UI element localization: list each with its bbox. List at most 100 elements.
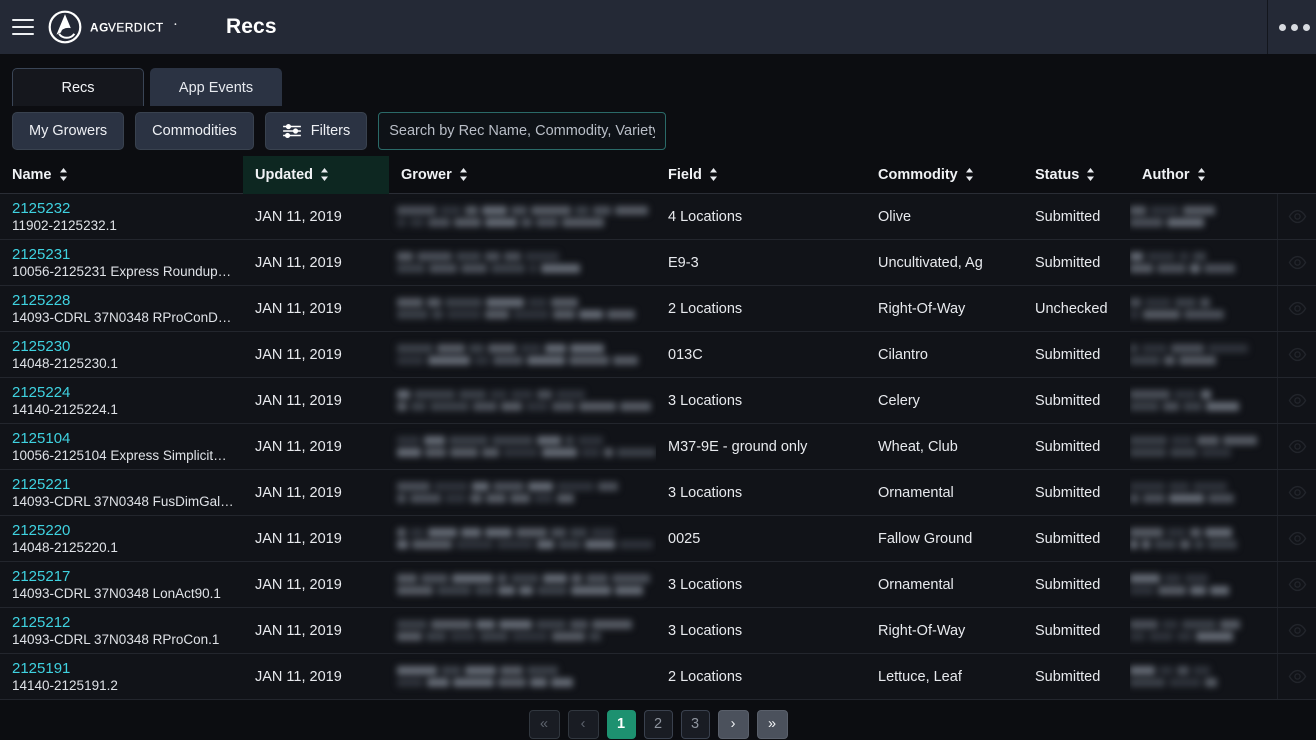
eye-icon[interactable] [1288, 667, 1307, 686]
rec-name-link[interactable]: 2125212 [12, 614, 243, 631]
cell-updated: JAN 11, 2019 [255, 622, 342, 639]
eye-icon[interactable] [1288, 253, 1307, 272]
eye-icon[interactable] [1288, 207, 1307, 226]
pagination-first-button[interactable]: « [528, 709, 560, 739]
redacted-content [1130, 344, 1248, 365]
cell-commodity: Uncultivated, Ag [878, 254, 983, 271]
eye-icon[interactable] [1288, 575, 1307, 594]
rec-name-link[interactable]: 2125220 [12, 522, 243, 539]
rec-name-link[interactable]: 2125221 [12, 476, 243, 493]
pagination-page-3[interactable]: 3 [680, 709, 710, 739]
cell-author [1130, 470, 1277, 515]
sliders-icon [282, 123, 301, 139]
column-header-updated[interactable]: Updated [243, 155, 389, 194]
table-row[interactable]: 2125191 14140-2125191.2 JAN 11, 2019 2 Loca… [0, 654, 1316, 700]
cell-updated: JAN 11, 2019 [255, 530, 342, 547]
column-header-commodity-label: Commodity [878, 166, 958, 183]
cell-updated: JAN 11, 2019 [255, 576, 342, 593]
column-header-field[interactable]: Field [656, 156, 866, 194]
cell-updated: JAN 11, 2019 [255, 254, 342, 271]
table-row[interactable]: 2125230 14048-2125230.1 JAN 11, 2019 013C Ci… [0, 332, 1316, 378]
agverdict-wordmark-icon: AG VERDICT [90, 20, 177, 34]
cell-grower [389, 378, 656, 423]
table-row[interactable]: 2125224 14140-2125224.1 JAN 11, 2019 3 Loca… [0, 378, 1316, 424]
table-row[interactable]: 2125104 10056-2125104 Express Simplicit… J… [0, 424, 1316, 470]
eye-icon[interactable] [1288, 483, 1307, 502]
column-header-author-label: Author [1142, 166, 1190, 183]
cell-updated: JAN 11, 2019 [255, 438, 342, 455]
column-header-status-label: Status [1035, 166, 1080, 183]
cell-name: 2125231 10056-2125231 Express Roundup… [0, 240, 243, 285]
cell-status: Submitted [1035, 576, 1101, 593]
tab-recs[interactable]: Recs [12, 68, 144, 106]
eye-icon[interactable] [1288, 345, 1307, 364]
search-input[interactable] [378, 112, 667, 150]
table-row[interactable]: 2125220 14048-2125220.1 JAN 11, 2019 0025 Fa… [0, 516, 1316, 562]
table-row[interactable]: 2125221 14093-CDRL 37N0348 FusDimGal… JAN … [0, 470, 1316, 516]
cell-updated: JAN 11, 2019 [255, 668, 342, 685]
cell-updated: JAN 11, 2019 [255, 300, 342, 317]
eye-icon[interactable] [1288, 621, 1307, 640]
pagination-next-button[interactable]: › [717, 709, 749, 739]
eye-icon[interactable] [1288, 437, 1307, 456]
rec-name-link[interactable]: 2125231 [12, 246, 243, 263]
redacted-content [1130, 436, 1257, 457]
pagination-page-2[interactable]: 2 [643, 709, 673, 739]
column-header-commodity[interactable]: Commodity [866, 156, 1023, 194]
eye-icon[interactable] [1288, 391, 1307, 410]
column-header-grower[interactable]: Grower [389, 156, 656, 194]
table-row[interactable]: 2125231 10056-2125231 Express Roundup… JAN… [0, 240, 1316, 286]
cell-status: Submitted [1035, 484, 1101, 501]
table-body: 2125232 11902-2125232.1 JAN 11, 2019 4 Loca… [0, 194, 1316, 700]
cell-actions [1277, 654, 1316, 699]
pagination-prev-button[interactable]: ‹ [567, 709, 599, 739]
cell-field: 013C [668, 346, 703, 363]
recs-table: Name Updated Grower Field Commodity Stat… [0, 155, 1316, 700]
redacted-content [1130, 298, 1224, 319]
redacted-content [1130, 666, 1217, 687]
cell-author [1130, 332, 1277, 377]
hamburger-icon[interactable] [12, 19, 34, 35]
pagination-last-button[interactable]: » [756, 709, 788, 739]
filters-button[interactable]: Filters [264, 112, 368, 150]
cell-author [1130, 424, 1277, 469]
tab-app-events[interactable]: App Events [150, 68, 282, 106]
rec-name-link[interactable]: 2125104 [12, 430, 243, 447]
commodities-label: Commodities [152, 123, 237, 139]
redacted-content [397, 666, 656, 687]
cell-author [1130, 286, 1277, 331]
commodities-button[interactable]: Commodities [135, 112, 254, 150]
rec-name-link[interactable]: 2125224 [12, 384, 243, 401]
rec-name-subtitle: 14093-CDRL 37N0348 LonAct90.1 [12, 585, 221, 601]
table-row[interactable]: 2125212 14093-CDRL 37N0348 RProCon.1 JAN 1… [0, 608, 1316, 654]
cell-status: Submitted [1035, 622, 1101, 639]
cell-status: Submitted [1035, 392, 1101, 409]
rec-name-link[interactable]: 2125230 [12, 338, 243, 355]
table-row[interactable]: 2125232 11902-2125232.1 JAN 11, 2019 4 Loca… [0, 194, 1316, 240]
pagination-page-1[interactable]: 1 [606, 709, 636, 739]
table-row[interactable]: 2125217 14093-CDRL 37N0348 LonAct90.1 JAN … [0, 562, 1316, 608]
my-growers-button[interactable]: My Growers [12, 112, 125, 150]
more-options-icon[interactable] [1268, 23, 1316, 31]
column-header-status[interactable]: Status [1023, 156, 1130, 194]
brand-logo[interactable]: AG VERDICT [48, 10, 208, 44]
redacted-content [1130, 574, 1229, 595]
cell-updated: JAN 11, 2019 [255, 346, 342, 363]
column-header-name[interactable]: Name [0, 156, 243, 194]
rec-name-link[interactable]: 2125232 [12, 200, 243, 217]
cell-field: 2 Locations [668, 300, 743, 317]
redacted-content [1130, 528, 1237, 549]
table-row[interactable]: 2125228 14093-CDRL 37N0348 RProConD… JAN 1… [0, 286, 1316, 332]
rec-name-link[interactable]: 2125217 [12, 568, 243, 585]
rec-name-link[interactable]: 2125228 [12, 292, 243, 309]
column-header-author[interactable]: Author [1130, 156, 1277, 194]
cell-actions [1277, 194, 1316, 239]
tab-app-events-label: App Events [178, 79, 254, 96]
eye-icon[interactable] [1288, 299, 1307, 318]
rec-name-link[interactable]: 2125191 [12, 660, 243, 677]
eye-icon[interactable] [1288, 529, 1307, 548]
redacted-content [397, 436, 656, 457]
app-bar: AG VERDICT Recs [0, 0, 1316, 54]
sort-icon [1197, 168, 1205, 181]
cell-name: 2125220 14048-2125220.1 [0, 516, 243, 561]
